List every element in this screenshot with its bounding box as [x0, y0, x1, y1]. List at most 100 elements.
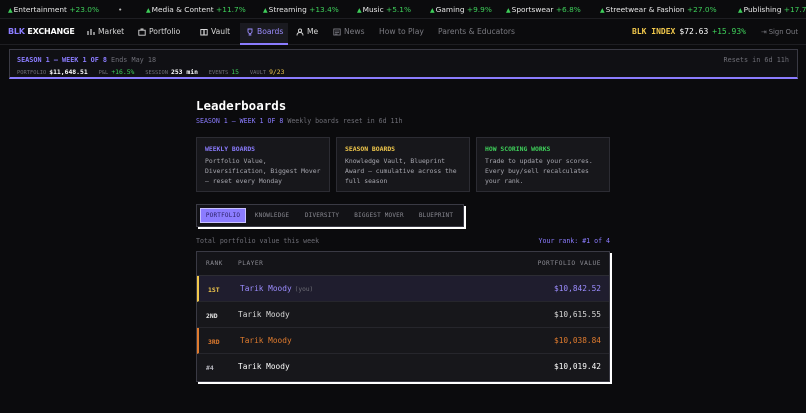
newspaper-icon: [333, 28, 341, 35]
ticker-change: +17.7: [783, 5, 806, 14]
row-rank: #4: [206, 364, 214, 372]
ticker-item[interactable]: ▲Media & Content +11.7%: [146, 5, 246, 14]
up-arrow-icon: ▲: [357, 7, 362, 14]
stat-label: P&L: [98, 70, 109, 76]
nav-label: Parents & Educators: [438, 27, 515, 36]
row-rank: 2ND: [206, 312, 218, 320]
ticker-name: Sportswear: [511, 5, 554, 14]
ticker-item[interactable]: ▲Music +5.1%: [357, 5, 411, 14]
ticker-item[interactable]: ▲Publishing +17.7: [738, 5, 806, 14]
leaderboard-table: RANK PLAYER PORTFOLIO VALUE 1ST Tarik Mo…: [196, 251, 610, 382]
ticker-name: Media & Content: [151, 5, 214, 14]
row-rank: 3RD: [208, 338, 220, 346]
season-ends: Ends May 18: [111, 56, 157, 64]
card-title: WEEKLY BOARDS: [205, 145, 256, 153]
stat-label: SESSION: [145, 70, 168, 76]
header-rank: RANK: [206, 260, 223, 267]
ticker-change: +6.8%: [555, 5, 581, 14]
chart-bars-icon: [87, 28, 95, 35]
row-value: $10,615.55: [554, 310, 601, 319]
logo[interactable]: BLK EXCHANGE: [8, 27, 75, 36]
row-player: Tarik Moody: [238, 362, 290, 371]
board-description: Total portfolio value this week: [196, 237, 320, 245]
row-player: Tarik Moody: [238, 310, 290, 319]
index-value: $72.63: [679, 27, 709, 36]
tab-diversity[interactable]: DIVERSITY: [298, 208, 346, 223]
ticker-change: +23.0%: [69, 5, 99, 14]
up-arrow-icon: ▲: [600, 7, 605, 14]
card-title: SEASON BOARDS: [345, 145, 396, 153]
info-card-weekly: WEEKLY BOARDS Portfolio Value, Diversifi…: [196, 137, 330, 192]
ticker-change: +27.0%: [686, 5, 717, 14]
sign-out-button[interactable]: ⇥ Sign Out: [761, 28, 798, 36]
ticker-item[interactable]: ▲Streetwear & Fashion +27.0%: [600, 5, 717, 14]
nav-boards[interactable]: Boards: [246, 27, 283, 36]
stat-label: VAULT: [249, 70, 267, 76]
nav-label: Portfolio: [149, 27, 181, 36]
up-arrow-icon: ▲: [738, 7, 743, 14]
season-label: SEASON 1 — WEEK 1 OF 8: [196, 117, 284, 125]
book-icon: [200, 28, 208, 35]
ticker-item[interactable]: ▲Entertainment +23.0%: [8, 5, 99, 14]
ticker-item[interactable]: ▲Streaming +13.4%: [263, 5, 339, 14]
blk-index: BLK INDEX $72.63 +15.93%: [632, 27, 746, 36]
your-rank: Your rank: #1 of 4: [538, 237, 610, 245]
stat-vault: 9/23: [269, 68, 285, 76]
nav-active-underline: [240, 43, 288, 45]
tab-blueprint[interactable]: BLUEPRINT: [412, 208, 460, 223]
table-header: RANK PLAYER PORTFOLIO VALUE: [197, 252, 609, 276]
logo-text: EXCHANGE: [27, 27, 75, 36]
table-row[interactable]: #4 Tarik Moody $10,019.42: [197, 354, 609, 380]
ticker-item[interactable]: ▲Sportswear +6.8%: [506, 5, 581, 14]
stat-label: EVENTS: [208, 70, 229, 76]
stat-pnl: +16.5%: [111, 68, 135, 76]
nav-vault[interactable]: Vault: [200, 27, 230, 36]
up-arrow-icon: ▲: [263, 7, 268, 14]
market-ticker: ▲Entertainment +23.0% • ▲Media & Content…: [0, 0, 806, 19]
season-banner: SEASON 1 — WEEK 1 OF 8 Ends May 18 Resets…: [9, 49, 798, 79]
up-arrow-icon: ▲: [146, 7, 151, 14]
card-body: Portfolio Value, Diversification, Bigges…: [205, 157, 321, 185]
nav-market[interactable]: Market: [87, 27, 124, 36]
ticker-name: Music: [362, 5, 384, 14]
reset-note: Weekly boards reset in 6d 11h: [287, 117, 403, 125]
stat-portfolio: $11,648.51: [49, 68, 88, 76]
stat-events: 15: [231, 68, 239, 76]
table-row[interactable]: 1ST Tarik Moody (you) $10,842.52: [197, 276, 609, 302]
season-subtitle: SEASON 1 — WEEK 1 OF 8 Weekly boards rese…: [196, 117, 402, 125]
ticker-change: +11.7%: [216, 5, 246, 14]
nav-label: How to Play: [379, 27, 424, 36]
nav-me[interactable]: Me: [296, 27, 318, 36]
ticker-name: Gaming: [435, 5, 465, 14]
table-row[interactable]: 2ND Tarik Moody $10,615.55: [197, 302, 609, 328]
nav-label: News: [344, 27, 365, 36]
nav-label: Vault: [211, 27, 231, 36]
nav-portfolio[interactable]: Portfolio: [138, 27, 180, 36]
nav-label: Market: [98, 27, 125, 36]
user-icon: [296, 28, 304, 36]
up-arrow-icon: ▲: [430, 7, 435, 14]
nav-news[interactable]: News: [333, 27, 365, 36]
nav-label: Me: [307, 27, 319, 36]
trophy-icon: [247, 28, 253, 35]
info-card-season: SEASON BOARDS Knowledge Vault, Blueprint…: [336, 137, 470, 192]
board-tabs: PORTFOLIO KNOWLEDGE DIVERSITY BIGGEST MO…: [196, 204, 464, 227]
tab-portfolio[interactable]: PORTFOLIO: [200, 208, 246, 223]
tab-knowledge[interactable]: KNOWLEDGE: [249, 208, 295, 223]
info-card-scoring: HOW SCORING WORKS Trade to update your s…: [476, 137, 610, 192]
table-row[interactable]: 3RD Tarik Moody $10,038.84: [197, 328, 609, 354]
you-tag: (you): [294, 286, 314, 293]
row-value: $10,019.42: [554, 362, 601, 371]
top-nav: BLK EXCHANGE Market Portfolio Vault Boar…: [0, 19, 806, 45]
season-stats: PORTFOLIO $11,648.51 P&L +16.5% SESSION 253…: [17, 68, 291, 76]
tab-biggest-mover[interactable]: BIGGEST MOVER: [349, 208, 409, 223]
ticker-item[interactable]: ▲Gaming +9.9%: [430, 5, 492, 14]
up-arrow-icon: ▲: [506, 7, 511, 14]
row-player: Tarik Moody: [240, 336, 292, 345]
ticker-separator-icon: •: [118, 5, 123, 14]
nav-parents-educators[interactable]: Parents & Educators: [438, 27, 515, 36]
page-title: Leaderboards: [196, 98, 287, 113]
row-player: Tarik Moody: [240, 284, 292, 293]
sign-out-label: Sign Out: [768, 28, 798, 36]
nav-how-to-play[interactable]: How to Play: [379, 27, 424, 36]
